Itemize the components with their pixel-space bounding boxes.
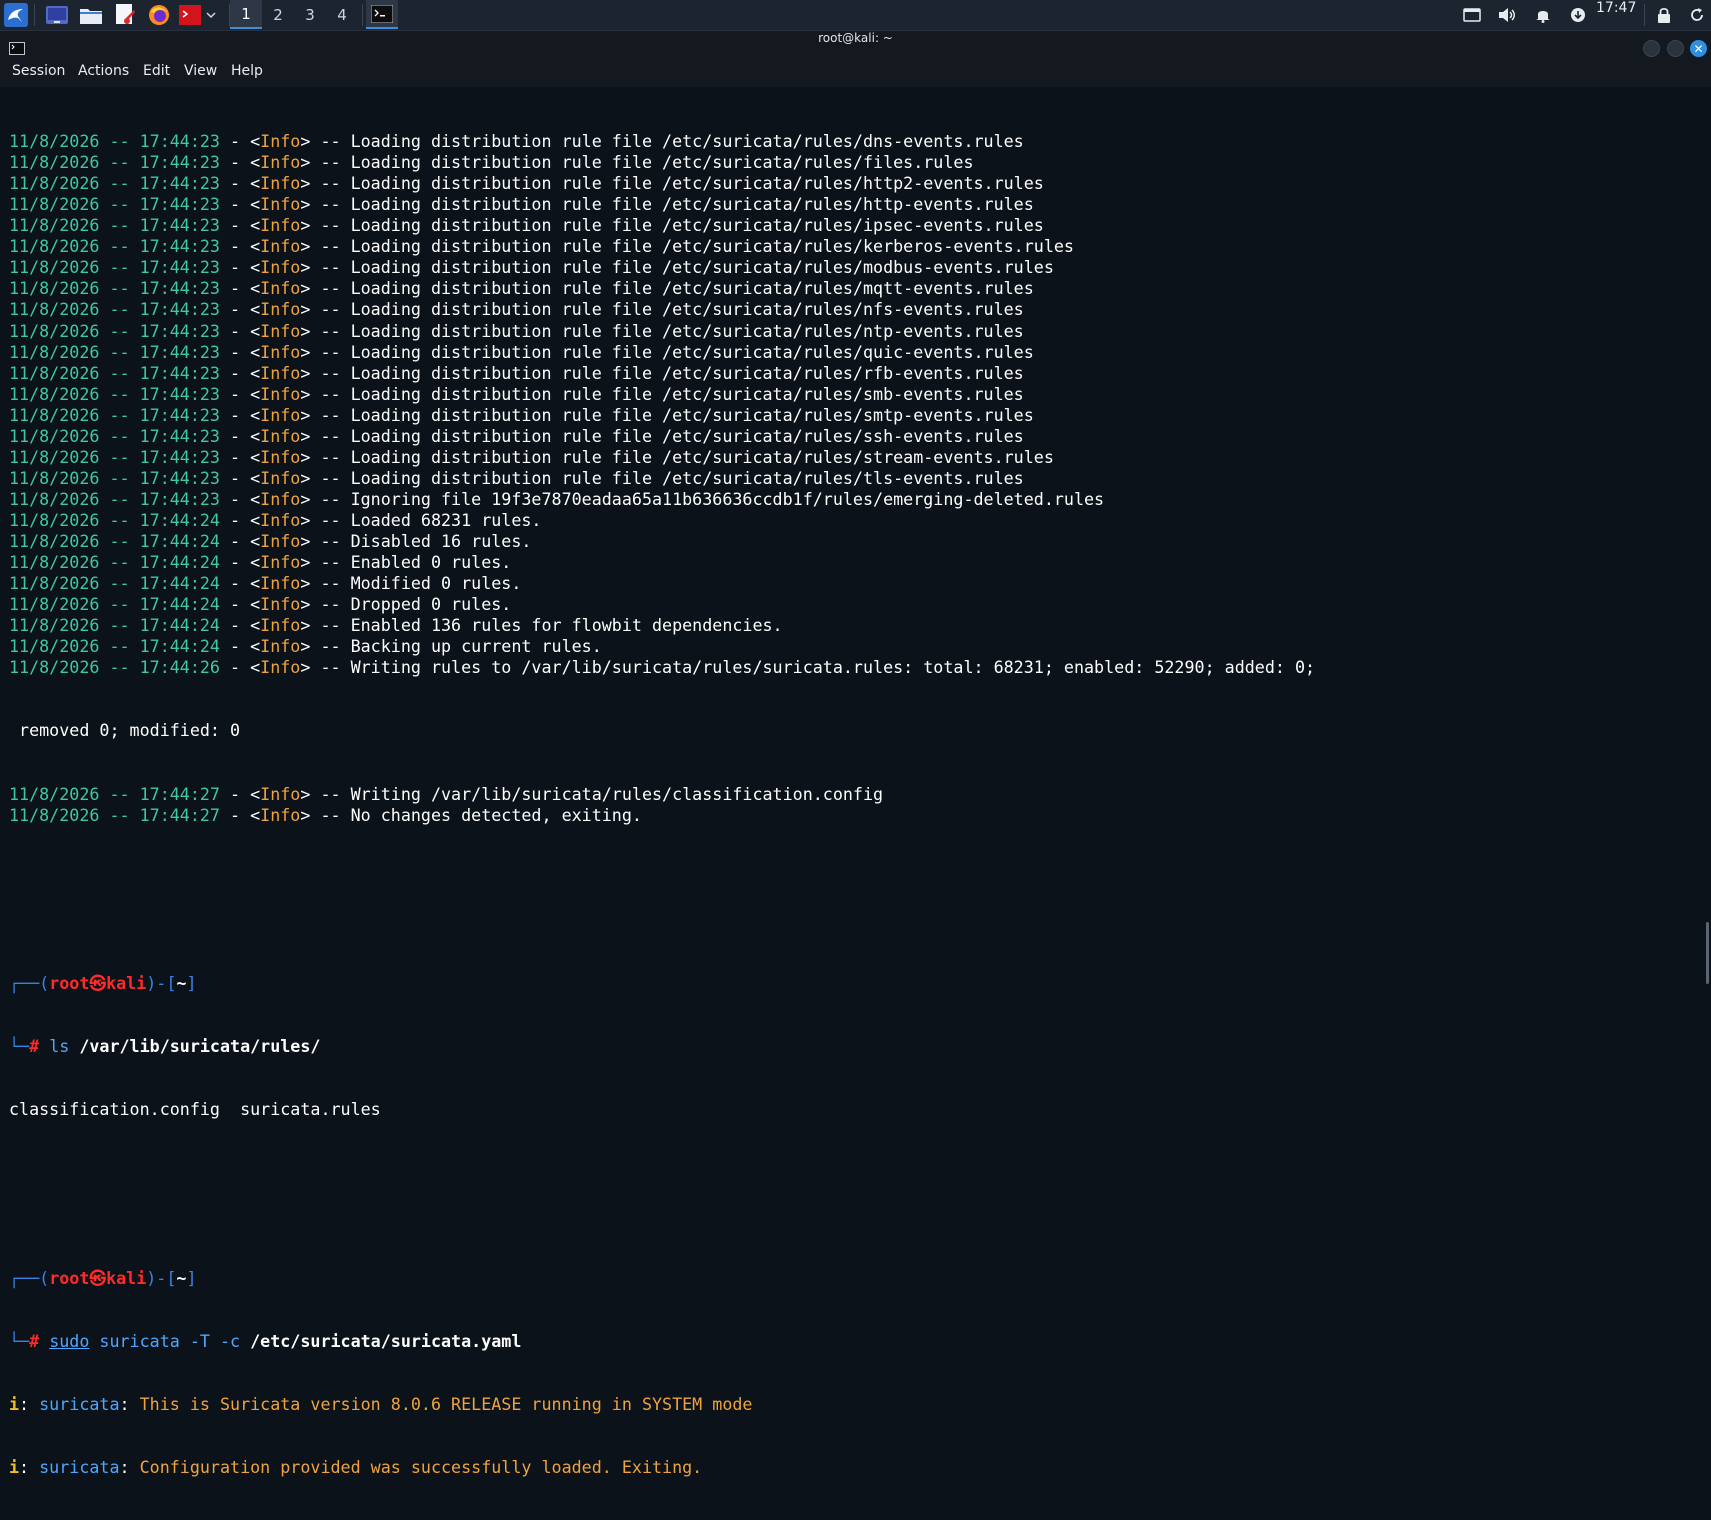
log-line: 11/8/2026 -- 17:44:27 - <Info> -- Writin… [9,783,884,804]
command-arg: /var/lib/suricata/rules/ [79,1036,321,1057]
window-titlebar[interactable]: root@kali: ~ ✕ [0,31,1711,63]
log-line: 11/8/2026 -- 17:44:23 - <Info> -- Loadin… [9,404,1034,425]
log-line: 11/8/2026 -- 17:44:23 - <Info> -- Loadin… [9,362,1024,383]
file-manager-icon[interactable] [78,0,104,29]
suricata-output-line: i: suricata: Configuration provided was … [9,1457,703,1478]
log-line: 11/8/2026 -- 17:44:24 - <Info> -- Backin… [9,636,602,657]
prompt-line: ┌──(root㉿kali)-[~] [9,972,197,993]
log-line: 11/8/2026 -- 17:44:26 - <Info> -- Writin… [9,657,1316,678]
maximize-button[interactable] [1667,40,1684,57]
taskbar-terminal-window[interactable] [366,0,398,29]
log-line: 11/8/2026 -- 17:44:24 - <Info> -- Droppe… [9,594,512,615]
log-line: 11/8/2026 -- 17:44:23 - <Info> -- Loadin… [9,236,1074,257]
command-line: └─# sudo suricata -T -c /etc/suricata/su… [9,1330,522,1351]
wrapped-line: removed 0; modified: 0 [9,720,241,741]
log-line: 11/8/2026 -- 17:44:27 - <Info> -- No cha… [9,804,642,825]
log-line: 11/8/2026 -- 17:44:23 - <Info> -- Ignori… [9,488,1105,509]
log-line: 11/8/2026 -- 17:44:23 - <Info> -- Loadin… [9,257,1054,278]
command-sudo: sudo [49,1330,90,1351]
volume-icon[interactable] [1496,0,1518,29]
window-title: root@kali: ~ [818,31,893,45]
lock-screen-icon[interactable] [1653,0,1675,29]
log-line: 11/8/2026 -- 17:44:23 - <Info> -- Loadin… [9,320,1024,341]
log-line: 11/8/2026 -- 17:44:23 - <Info> -- Loadin… [9,341,1034,362]
menu-edit[interactable]: Edit [143,63,170,87]
close-button[interactable]: ✕ [1690,40,1707,57]
workspace-4[interactable]: 4 [326,0,358,29]
log-block-after: 11/8/2026 -- 17:44:27 - <Info> -- Writin… [9,784,1699,826]
command-name: ls [49,1036,70,1057]
window-switcher-icon[interactable] [1461,0,1483,29]
log-line: 11/8/2026 -- 17:44:24 - <Info> -- Enable… [9,552,512,573]
command-arg: /etc/suricata/suricata.yaml [250,1330,522,1351]
log-line: 11/8/2026 -- 17:44:23 - <Info> -- Loadin… [9,383,1024,404]
log-line: 11/8/2026 -- 17:44:23 - <Info> -- Loadin… [9,446,1054,467]
log-line: 11/8/2026 -- 17:44:23 - <Info> -- Loadin… [9,425,1024,446]
log-line: 11/8/2026 -- 17:44:23 - <Info> -- Loadin… [9,299,1024,320]
menu-actions[interactable]: Actions [78,63,129,87]
terminal-output[interactable]: 11/8/2026 -- 17:44:23 - <Info> -- Loadin… [0,87,1711,1477]
log-line: 11/8/2026 -- 17:44:23 - <Info> -- Loadin… [9,467,1024,488]
power-restart-icon[interactable] [1686,0,1708,29]
prompt-line: ┌──(root㉿kali)-[~] [9,1267,197,1288]
notifications-bell-icon[interactable] [1532,0,1554,29]
minimize-button[interactable] [1643,40,1660,57]
log-line: 11/8/2026 -- 17:44:23 - <Info> -- Loadin… [9,131,1024,152]
suricata-output-line: i: suricata: This is Suricata version 8.… [9,1393,753,1414]
command-line: └─# ls /var/lib/suricata/rules/ [9,1036,321,1057]
menu-help[interactable]: Help [231,63,263,87]
update-icon[interactable] [1567,0,1589,29]
chevron-down-icon[interactable] [204,0,218,29]
log-line: 11/8/2026 -- 17:44:23 - <Info> -- Loadin… [9,215,1044,236]
command-output: classification.config suricata.rules [9,1099,381,1120]
log-line: 11/8/2026 -- 17:44:24 - <Info> -- Disabl… [9,530,532,551]
log-block: 11/8/2026 -- 17:44:23 - <Info> -- Loadin… [9,131,1699,678]
clock[interactable]: 17:47 [1596,0,1636,29]
log-line: 11/8/2026 -- 17:44:24 - <Info> -- Loaded… [9,509,542,530]
firefox-icon[interactable] [146,0,172,29]
kali-menu-icon[interactable] [2,0,30,29]
menu-view[interactable]: View [184,63,217,87]
terminal-icon [371,4,393,23]
log-line: 11/8/2026 -- 17:44:23 - <Info> -- Loadin… [9,194,1034,215]
log-line: 11/8/2026 -- 17:44:23 - <Info> -- Loadin… [9,173,1044,194]
scrollbar[interactable] [1706,922,1709,984]
top-panel: 1 2 3 4 17:47 [0,0,1711,31]
menu-bar: Session Actions Edit View Help [0,63,1711,87]
command-name: suricata [99,1330,180,1351]
menu-session[interactable]: Session [12,63,65,87]
workspace-1[interactable]: 1 [230,0,262,29]
workspace-2[interactable]: 2 [262,0,294,29]
command-flags: -T -c [189,1330,241,1351]
show-desktop-icon[interactable] [44,0,70,29]
workspace-3[interactable]: 3 [294,0,326,29]
log-line: 11/8/2026 -- 17:44:23 - <Info> -- Loadin… [9,278,1034,299]
log-line: 11/8/2026 -- 17:44:24 - <Info> -- Modifi… [9,573,522,594]
log-line: 11/8/2026 -- 17:44:24 - <Info> -- Enable… [9,615,783,636]
terminal-emulator-icon[interactable] [178,0,202,29]
log-line: 11/8/2026 -- 17:44:23 - <Info> -- Loadin… [9,152,974,173]
text-editor-icon[interactable] [112,0,138,29]
